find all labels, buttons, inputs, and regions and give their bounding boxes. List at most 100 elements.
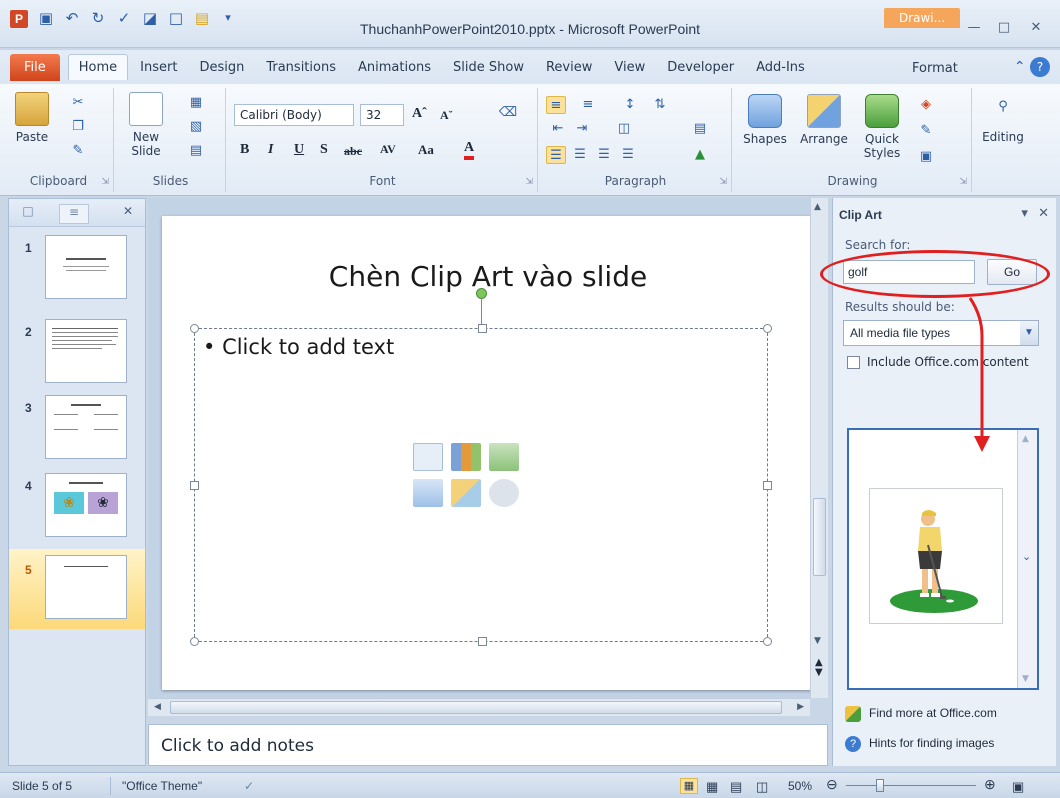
insert-media-icon[interactable] — [489, 479, 519, 507]
fit-to-window-icon[interactable]: ▣ — [1012, 779, 1024, 795]
layout-icon[interactable]: ▦ — [186, 94, 206, 112]
zoom-slider-track[interactable] — [846, 785, 976, 786]
reset-icon[interactable]: ▧ — [186, 118, 206, 136]
task-pane-options-icon[interactable]: ▾ — [1021, 206, 1028, 221]
shape-fill-icon[interactable]: ◈ — [916, 96, 936, 114]
close-pane-icon[interactable]: ✕ — [113, 204, 143, 224]
tab-slide-show[interactable]: Slide Show — [443, 55, 534, 80]
insert-clip-art-icon[interactable] — [451, 479, 481, 507]
save-icon[interactable]: ▣ — [36, 8, 56, 28]
slide-sorter-icon[interactable]: ▦ — [706, 779, 718, 795]
strikethrough-icon[interactable]: abc — [344, 144, 362, 159]
minimize-ribbon-icon[interactable]: ⌃ — [1014, 59, 1026, 75]
results-scrollbar[interactable]: ▲ ⌄ ▼ — [1017, 430, 1037, 688]
smartart-icon[interactable]: ▲ — [690, 146, 710, 164]
maximize-icon[interactable]: □ — [994, 20, 1014, 35]
undo-icon[interactable]: ↶ — [62, 8, 82, 28]
paste-button[interactable]: Paste — [10, 92, 54, 144]
text-direction-icon[interactable]: ⇅ — [650, 96, 670, 114]
scroll-up-icon[interactable]: ▲ — [814, 202, 821, 212]
clear-formatting-icon[interactable]: ⌫ — [498, 104, 518, 122]
align-right-icon[interactable]: ☰ — [594, 146, 614, 164]
zoom-in-icon[interactable]: ⊕ — [984, 776, 996, 793]
format-painter-icon[interactable]: ✎ — [68, 142, 88, 160]
scroll-down-icon[interactable]: ▼ — [814, 636, 821, 646]
find-more-link[interactable]: Find more at Office.com — [845, 706, 997, 722]
zoom-level[interactable]: 50% — [788, 779, 812, 793]
slide-canvas[interactable]: Chèn Clip Art vào slide • Click to add t… — [162, 216, 814, 690]
section-icon[interactable]: ▤ — [186, 142, 206, 160]
minimize-icon[interactable]: — — [964, 20, 984, 35]
customize-qat-icon[interactable]: ▾ — [218, 8, 238, 28]
grow-font-icon[interactable]: Aˆ — [412, 106, 427, 122]
zoom-slider-thumb[interactable] — [876, 779, 884, 792]
slides-tab-icon[interactable]: □ — [13, 204, 43, 224]
content-placeholder[interactable]: • Click to add text — [190, 324, 772, 646]
cut-icon[interactable]: ✂ — [68, 94, 88, 112]
slide-thumbnail-2[interactable]: 2 — [9, 319, 145, 395]
slide-thumbnail-1[interactable]: 1 — [9, 235, 145, 311]
task-pane-close-icon[interactable]: ✕ — [1038, 206, 1049, 221]
hints-link[interactable]: ? Hints for finding images — [845, 736, 994, 752]
scroll-left-icon[interactable]: ◀ — [154, 702, 161, 712]
redo-icon[interactable]: ↻ — [88, 8, 108, 28]
arrange-button[interactable]: Arrange — [794, 94, 854, 146]
insert-chart-icon[interactable] — [451, 443, 481, 471]
character-spacing-icon[interactable]: AV — [380, 142, 396, 157]
resize-handle-bl[interactable] — [190, 637, 199, 646]
golf-clip-art-result[interactable] — [869, 488, 1003, 624]
spelling-check-icon[interactable]: ✓ — [244, 779, 254, 793]
scroll-thumb[interactable] — [813, 498, 826, 576]
columns-icon[interactable]: ◫ — [614, 120, 634, 138]
hscroll-thumb[interactable] — [170, 701, 782, 714]
text-shadow-icon[interactable]: S — [320, 142, 328, 158]
tab-file[interactable]: File — [10, 53, 60, 81]
open-folder-icon[interactable]: ▤ — [192, 8, 212, 28]
font-size-combo[interactable]: 32 — [360, 104, 404, 126]
new-file-icon[interactable]: □ — [166, 8, 186, 28]
align-text-icon[interactable]: ▤ — [690, 120, 710, 138]
drawing-launcher-icon[interactable]: ⇲ — [959, 177, 967, 187]
shapes-button[interactable]: Shapes — [736, 94, 794, 146]
include-office-checkbox[interactable] — [847, 356, 860, 369]
previous-slide-icon[interactable]: ▲ ▼ — [815, 658, 823, 678]
bullets-icon[interactable]: ≡ — [546, 96, 566, 114]
increase-indent-icon[interactable]: ⇥ — [572, 120, 592, 138]
notes-pane[interactable]: Click to add notes — [148, 724, 828, 766]
line-spacing-icon[interactable]: ↕ — [620, 96, 640, 114]
print-preview-icon[interactable]: ◪ — [140, 8, 160, 28]
resize-handle-tl[interactable] — [190, 324, 199, 333]
shape-outline-icon[interactable]: ✎ — [916, 122, 936, 140]
tab-format[interactable]: Format — [902, 56, 968, 81]
resize-handle-br[interactable] — [763, 637, 772, 646]
slide-thumbnail-3[interactable]: 3 — [9, 395, 145, 471]
tab-view[interactable]: View — [604, 55, 655, 80]
resize-handle-tr[interactable] — [763, 324, 772, 333]
bold-icon[interactable]: B — [240, 142, 249, 158]
outline-tab-icon[interactable]: ≡ — [59, 204, 89, 224]
insert-picture-icon[interactable] — [413, 479, 443, 507]
resize-handle-right[interactable] — [763, 481, 772, 490]
tab-review[interactable]: Review — [536, 55, 602, 80]
center-icon[interactable]: ☰ — [570, 146, 590, 164]
slide-thumbnail-5[interactable]: 5 — [9, 549, 145, 629]
copy-icon[interactable]: ❐ — [68, 118, 88, 136]
tab-insert[interactable]: Insert — [130, 55, 187, 80]
slide-thumbnail-4[interactable]: 4 ❀ ❀ — [9, 473, 145, 549]
powerpoint-app-icon[interactable]: P — [10, 10, 28, 28]
numbering-icon[interactable]: ≡ — [578, 96, 598, 114]
close-icon[interactable]: ✕ — [1026, 20, 1046, 35]
results-item-options-icon[interactable]: ⌄ — [1022, 550, 1031, 563]
font-launcher-icon[interactable]: ⇲ — [525, 177, 533, 187]
quick-styles-button[interactable]: Quick Styles — [854, 94, 910, 160]
insert-table-icon[interactable] — [413, 443, 443, 471]
zoom-out-icon[interactable]: ⊖ — [826, 776, 838, 793]
help-icon[interactable]: ? — [1030, 57, 1050, 77]
slide-horizontal-scrollbar[interactable]: ◀ ▶ — [148, 698, 810, 716]
align-left-icon[interactable]: ☰ — [546, 146, 566, 164]
tab-add-ins[interactable]: Add-Ins — [746, 55, 815, 80]
shrink-font-icon[interactable]: Aˇ — [440, 108, 453, 123]
justify-icon[interactable]: ☰ — [618, 146, 638, 164]
tab-developer[interactable]: Developer — [657, 55, 744, 80]
normal-view-icon[interactable]: ▦ — [680, 778, 698, 794]
